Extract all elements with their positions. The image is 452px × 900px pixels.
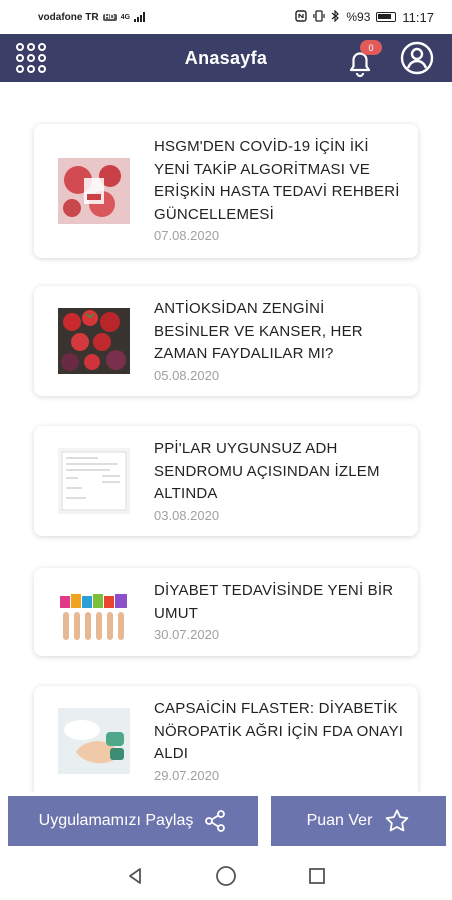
app-bar: Anasayfa 0 (0, 34, 452, 82)
network-type-label: 4G (120, 13, 131, 21)
notification-badge: 0 (360, 40, 382, 55)
system-nav-bar (0, 852, 452, 900)
news-date: 29.07.2020 (154, 767, 220, 783)
news-date: 05.08.2020 (154, 367, 220, 383)
diabetes-hands-image (58, 578, 130, 644)
hd-badge: HD (102, 13, 117, 21)
news-card[interactable]: DİYABET TEDAVİSİNDE YENİ BİR UMUT 30.07.… (34, 568, 418, 656)
status-bar: vodafone TR HD 4G %93 11:17 (0, 0, 452, 34)
back-icon[interactable] (121, 862, 149, 890)
news-date: 07.08.2020 (154, 228, 220, 243)
news-title: HSGM'DEN COVİD-19 İÇİN İKİ YENİ TAKİP AL… (154, 138, 400, 223)
news-date: 03.08.2020 (154, 507, 220, 523)
covid-virus-image (58, 158, 130, 224)
vibrate-icon (313, 9, 325, 25)
battery-icon (376, 12, 397, 22)
rate-label: Puan Ver (306, 812, 373, 829)
foot-care-image (58, 708, 130, 774)
nfc-icon (295, 9, 308, 25)
rate-app-button[interactable]: Puan Ver (271, 796, 446, 846)
news-title: CAPSAİCİN FLASTER: DİYABETİK NÖROPATİK A… (154, 700, 404, 762)
news-title: ANTİOKSİDAN ZENGİNİ BESİNLER VE KANSER, … (154, 300, 363, 362)
news-list[interactable]: HSGM'DEN COVİD-19 İÇİN İKİ YENİ TAKİP AL… (0, 82, 452, 792)
battery-percent: %93 (346, 10, 371, 24)
news-card[interactable]: PPİ'LAR UYGUNSUZ ADH SENDROMU AÇISINDAN … (34, 426, 418, 536)
star-icon (386, 809, 409, 832)
news-card[interactable]: CAPSAİCİN FLASTER: DİYABETİK NÖROPATİK A… (34, 686, 418, 792)
profile-icon[interactable] (400, 41, 434, 75)
share-label: Uygulamamızı Paylaş (38, 812, 194, 829)
news-date: 30.07.2020 (154, 627, 220, 642)
notification-button[interactable]: 0 (342, 40, 382, 78)
page-title: Anasayfa (184, 47, 268, 68)
carrier-label: vodafone TR (38, 11, 99, 23)
grid-menu-icon[interactable] (14, 41, 48, 75)
recents-icon[interactable] (303, 862, 331, 890)
clock: 11:17 (402, 9, 434, 25)
news-title: DİYABET TEDAVİSİNDE YENİ BİR UMUT (154, 582, 394, 622)
share-app-button[interactable]: Uygulamamızı Paylaş (8, 796, 258, 846)
news-card[interactable]: HSGM'DEN COVİD-19 İÇİN İKİ YENİ TAKİP AL… (34, 124, 418, 258)
status-left: vodafone TR HD 4G (38, 11, 146, 23)
signal-icon (134, 12, 146, 22)
document-image (58, 448, 130, 514)
bluetooth-icon (331, 9, 340, 25)
strawberries-image (58, 308, 130, 374)
home-icon[interactable] (212, 862, 240, 890)
news-card[interactable]: ANTİOKSİDAN ZENGİNİ BESİNLER VE KANSER, … (34, 286, 418, 396)
news-title: PPİ'LAR UYGUNSUZ ADH SENDROMU AÇISINDAN … (154, 440, 380, 502)
share-icon (205, 810, 226, 832)
status-right: %93 11:17 (295, 9, 434, 25)
